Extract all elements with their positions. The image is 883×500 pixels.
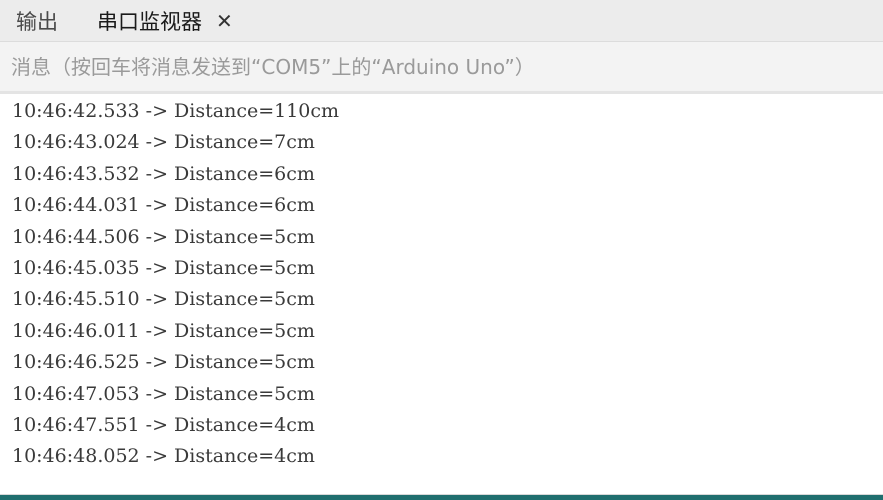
log-line: 10:46:43.532 -> Distance=6cm xyxy=(12,162,315,185)
log-line: 10:46:44.506 -> Distance=5cm xyxy=(12,225,315,248)
message-input[interactable] xyxy=(0,42,883,91)
serial-output[interactable]: 10:46:42.533 -> Distance=110cm 10:46:43.… xyxy=(0,97,883,494)
log-line: 10:46:42.533 -> Distance=110cm xyxy=(12,100,340,122)
tab-serial-monitor[interactable]: 串口监视器 ✕ xyxy=(97,0,233,41)
tab-output[interactable]: 输出 xyxy=(16,0,58,41)
log-line: 10:46:44.031 -> Distance=6cm xyxy=(12,194,315,217)
status-bar xyxy=(0,494,883,500)
log-line: 10:46:46.011 -> Distance=5cm xyxy=(12,319,315,342)
log-line: 10:46:45.035 -> Distance=5cm xyxy=(12,256,315,279)
log-list: 10:46:42.533 -> Distance=110cm 10:46:43.… xyxy=(12,97,339,473)
log-line: 10:46:48.052 -> Distance=4cm xyxy=(12,445,315,468)
tab-output-label: 输出 xyxy=(16,9,58,34)
log-line: 10:46:45.510 -> Distance=5cm xyxy=(12,288,315,311)
log-line: 10:46:47.053 -> Distance=5cm xyxy=(12,382,315,405)
message-bar xyxy=(0,42,883,94)
log-line: 10:46:46.525 -> Distance=5cm xyxy=(12,351,315,374)
log-line: 10:46:47.551 -> Distance=4cm xyxy=(12,413,315,436)
tab-bar: 输出 串口监视器 ✕ xyxy=(0,0,883,42)
log-line: 10:46:43.024 -> Distance=7cm xyxy=(12,131,315,154)
tab-serial-monitor-label: 串口监视器 xyxy=(97,9,202,34)
close-icon[interactable]: ✕ xyxy=(216,11,233,31)
